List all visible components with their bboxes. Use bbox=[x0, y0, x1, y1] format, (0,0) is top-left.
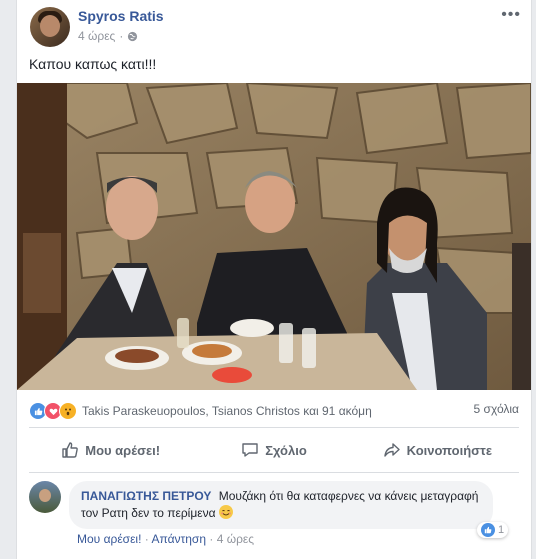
like-icon bbox=[481, 523, 495, 537]
reaction-names[interactable]: Takis Paraskeuopoulos, Tsianos Christos … bbox=[82, 404, 372, 418]
comment-icon bbox=[242, 443, 258, 457]
commenter-name[interactable]: ΠΑΝΑΓΙΩΤΗΣ ΠΕΤΡΟΥ bbox=[81, 489, 211, 503]
like-button[interactable]: Μου αρέσει! bbox=[29, 430, 192, 470]
comment-reply-link[interactable]: Απάντηση bbox=[151, 532, 206, 546]
smile-emoji-icon bbox=[218, 505, 233, 519]
post-meta: 4 ώρες · bbox=[78, 29, 138, 43]
share-button[interactable]: Κοινοποιήστε bbox=[356, 430, 519, 470]
comment-like-link[interactable]: Μου αρέσει! bbox=[77, 532, 141, 546]
comments-count[interactable]: 5 σχόλια bbox=[474, 402, 519, 416]
commenter-avatar[interactable] bbox=[29, 481, 61, 513]
meta-separator: · bbox=[119, 29, 124, 43]
more-options-icon[interactable]: ••• bbox=[501, 6, 521, 24]
post-card: Spyros Ratis 4 ώρες · ••• Καπου καπως κα… bbox=[16, 0, 532, 559]
comment-like-count: 1 bbox=[498, 524, 505, 536]
post-text: Καπου καπως κατι!!! bbox=[29, 56, 157, 72]
post-photo[interactable] bbox=[17, 83, 531, 390]
globe-icon[interactable] bbox=[127, 31, 138, 42]
like-label: Μου αρέσει! bbox=[85, 442, 161, 458]
wow-icon bbox=[59, 402, 77, 420]
comment-bubble: ΠΑΝΑΓΙΩΤΗΣ ΠΕΤΡΟΥ Μουζάκη ότι θα καταφερ… bbox=[69, 481, 493, 529]
comment-sep: · bbox=[144, 532, 149, 546]
author-avatar[interactable] bbox=[30, 7, 70, 47]
share-label: Κοινοποιήστε bbox=[406, 442, 493, 458]
comment-time[interactable]: 4 ώρες bbox=[217, 532, 254, 546]
comment-button[interactable]: Σχόλιο bbox=[192, 430, 355, 470]
reactions-summary[interactable]: Takis Paraskeuopoulos, Tsianos Christos … bbox=[29, 402, 372, 420]
post-time[interactable]: 4 ώρες bbox=[78, 29, 115, 43]
comment-like-badge[interactable]: 1 bbox=[477, 522, 509, 538]
action-bar: Μου αρέσει! Σχόλιο Κοινοποιήστε bbox=[29, 430, 519, 470]
comment-label: Σχόλιο bbox=[265, 442, 307, 458]
divider bbox=[29, 472, 519, 473]
share-icon bbox=[383, 443, 400, 457]
comment-sep: · bbox=[209, 532, 214, 546]
comment-actions: Μου αρέσει! · Απάντηση · 4 ώρες bbox=[77, 532, 254, 546]
thumbs-up-icon bbox=[62, 442, 79, 458]
divider bbox=[29, 427, 519, 428]
author-name[interactable]: Spyros Ratis bbox=[78, 8, 164, 24]
